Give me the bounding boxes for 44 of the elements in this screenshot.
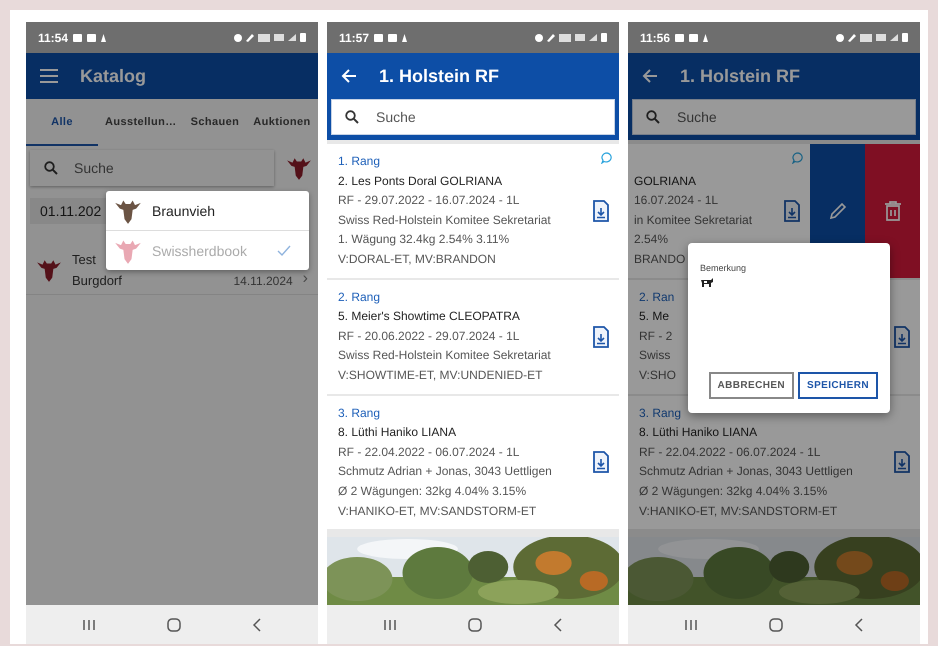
item-date: 14.11.2024 — [234, 274, 293, 288]
animal-name: GOLRIANA — [634, 172, 696, 190]
info-line: V:HANIKO-ET, MV:SANDSTORM-ET — [338, 502, 536, 520]
info-line: RF - 20.06.2022 - 29.07.2024 - 1L — [338, 328, 520, 345]
info-line: Swiss — [639, 347, 670, 364]
screen-title: Katalog — [80, 66, 146, 86]
rank-label: 2. Rang — [338, 288, 380, 306]
info-line: RF - 29.07.2022 - 16.07.2024 - 1L — [338, 192, 520, 210]
info-line: 2.54% — [634, 231, 668, 248]
chevron-icon: › — [302, 270, 308, 288]
info-line: V:HANIKO-ET, MV:SANDSTORM-ET — [639, 502, 838, 520]
info-line: RF - 2 — [639, 328, 672, 345]
rank-label: 2. Ran — [639, 288, 674, 306]
info-line: RF - 22.04.2022 - 06.07.2024 - 1L — [639, 444, 820, 461]
rank-label: 3. Rang — [639, 404, 682, 422]
info-line: Schmutz Adrian + Jonas, 3043 Uettligen — [338, 463, 552, 480]
info-line: Ø 2 Wägungen: 32kg 4.04% 3.15% — [338, 482, 526, 500]
info-line: 1. Wägung 32.4kg 2.54% 3.11% — [338, 231, 510, 248]
animal-name: 5. Meier's Showtime CLEOPATRA — [338, 308, 520, 326]
info-line: BRANDO — [634, 250, 686, 268]
status-time: 11:54 — [38, 30, 68, 44]
field-label: Bemerkung — [700, 263, 746, 273]
screen-title: 1. Holstein RF — [379, 66, 500, 86]
item-title: Test — [72, 252, 96, 267]
info-line: Ø 2 Wägungen: 32kg 4.04% 3.15% — [639, 482, 828, 500]
info-line: 16.07.2024 - 1L — [634, 192, 718, 210]
animal-name: 8. Lüthi Haniko LIANA — [338, 424, 456, 442]
item-location: Burgdorf — [72, 273, 122, 288]
info-line: in Komitee Sekretariat — [634, 212, 752, 229]
status-time: 11:57 — [339, 30, 370, 44]
screen-title: 1. Holstein RF — [680, 66, 800, 86]
status-time: 11:56 — [640, 30, 670, 44]
info-line: V:DORAL-ET, MV:BRANDON — [338, 250, 496, 268]
animal-name: 8. Lüthi Haniko LIANA — [639, 424, 758, 442]
info-line: RF - 22.04.2022 - 06.07.2024 - 1L — [338, 444, 520, 461]
rank-label: 3. Rang — [338, 404, 380, 422]
info-line: Schmutz Adrian + Jonas, 3043 Uettligen — [639, 463, 853, 480]
info-line: Swiss Red-Holstein Komitee Sekretariat — [338, 212, 551, 229]
info-line: V:SHO — [639, 366, 676, 384]
animal-name: 5. Me — [639, 308, 670, 326]
info-line: Swiss Red-Holstein Komitee Sekretariat — [338, 347, 551, 364]
info-line: V:SHOWTIME-ET, MV:UNDENIED-ET — [338, 366, 542, 384]
animal-name: 2. Les Ponts Doral GOLRIANA — [338, 172, 502, 190]
rank-label: 1. Rang — [338, 153, 380, 170]
